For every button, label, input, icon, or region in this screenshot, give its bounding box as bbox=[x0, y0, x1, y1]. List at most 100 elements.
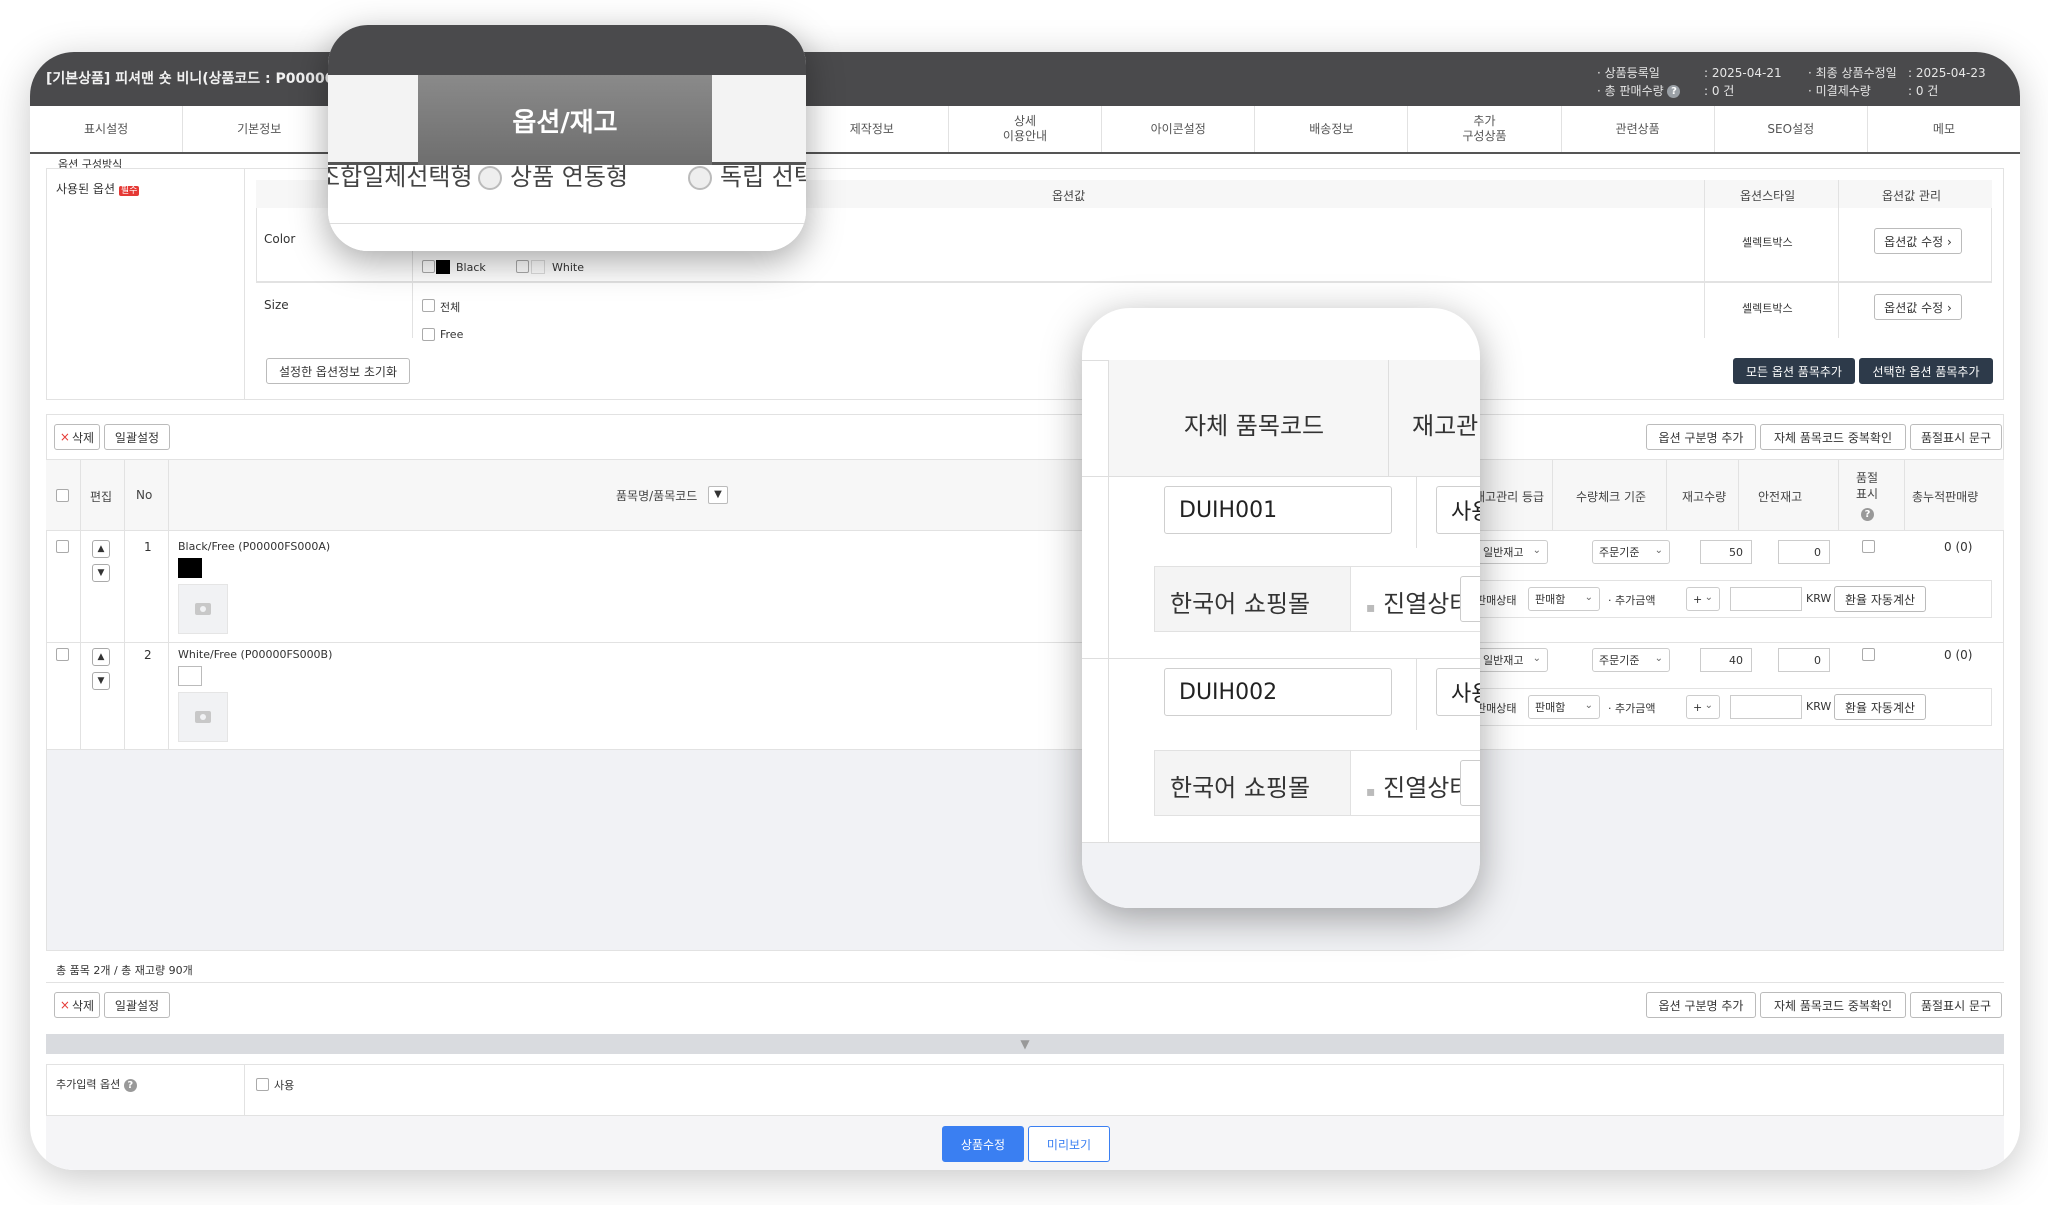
extra-price-input[interactable] bbox=[1730, 695, 1802, 719]
help-icon[interactable]: ? bbox=[1861, 508, 1874, 521]
select-all-checkbox[interactable] bbox=[56, 489, 69, 502]
stock-qty-input[interactable]: 50 bbox=[1700, 540, 1752, 564]
dup-check-button[interactable]: 자체 품목코드 중복확인 bbox=[1760, 424, 1906, 450]
divider bbox=[168, 460, 169, 750]
add-selected-options-button[interactable]: 선택한 옵션 품목추가 bbox=[1859, 358, 1993, 384]
row-checkbox[interactable] bbox=[56, 540, 69, 553]
save-product-button[interactable]: 상품수정 bbox=[942, 1126, 1024, 1162]
display-status-select[interactable] bbox=[1460, 576, 1480, 622]
extra-input-checkbox[interactable] bbox=[256, 1078, 269, 1091]
stock-grade-select[interactable]: 일반재고 ⌄ bbox=[1476, 540, 1548, 564]
divider bbox=[80, 460, 81, 750]
option-manage-header: 옵션값 관리 bbox=[1882, 189, 1942, 203]
divider bbox=[328, 223, 806, 224]
chevron-down-icon[interactable]: ▼ bbox=[92, 564, 110, 582]
radio-linked[interactable]: 상품 연동형 bbox=[478, 165, 628, 192]
tab-basic[interactable]: 기본정보 bbox=[183, 106, 337, 152]
stage: [기본상품] 피셔맨 숏 비니(상품코드 : P00000FS) · 상품등록일… bbox=[0, 0, 2048, 1205]
delete-button[interactable]: × 삭제 bbox=[54, 992, 100, 1018]
tab-shipping[interactable]: 배송정보 bbox=[1255, 106, 1409, 152]
item-name: Black/Free (P00000FS000A) bbox=[178, 540, 331, 553]
option-value-checkbox[interactable] bbox=[516, 260, 529, 273]
collapse-toggle[interactable]: ▼ bbox=[46, 1034, 2004, 1054]
use-select[interactable]: 사용 bbox=[1436, 486, 1480, 534]
delete-button[interactable]: × 삭제 bbox=[54, 424, 100, 450]
tab-options-stock[interactable]: 옵션/재고 bbox=[418, 75, 712, 165]
sign-select[interactable]: + ⌄ bbox=[1686, 695, 1720, 719]
row-no: 1 bbox=[144, 540, 152, 554]
add-all-options-button[interactable]: 모든 옵션 품목추가 bbox=[1733, 358, 1855, 384]
preview-button[interactable]: 미리보기 bbox=[1028, 1126, 1110, 1162]
divider bbox=[244, 1064, 245, 1116]
help-icon[interactable]: ? bbox=[123, 1078, 137, 1092]
item-code-input[interactable]: DUIH002 bbox=[1164, 668, 1392, 716]
qty-check-header: 수량체크 기준 bbox=[1576, 490, 1647, 504]
soldout-text-button[interactable]: 품절표시 문구 bbox=[1910, 424, 2002, 450]
item-code-input[interactable]: DUIH001 bbox=[1164, 486, 1392, 534]
use-select[interactable]: 사용 bbox=[1436, 668, 1480, 716]
edit-option-values-button[interactable]: 옵션값 수정 › bbox=[1874, 294, 1962, 320]
items-empty-area bbox=[46, 750, 2004, 950]
tab-detail-guide[interactable]: 상세 이용안내 bbox=[949, 106, 1103, 152]
fx-auto-calc-button[interactable]: 환율 자동계산 bbox=[1834, 586, 1926, 612]
safety-stock-input[interactable]: 0 bbox=[1778, 648, 1830, 672]
stock-qty-input[interactable]: 40 bbox=[1700, 648, 1752, 672]
option-value-checkbox[interactable] bbox=[422, 260, 435, 273]
soldout-text-button[interactable]: 품절표시 문구 bbox=[1910, 992, 2002, 1018]
soldout-display-checkbox[interactable] bbox=[1862, 540, 1875, 553]
edit-option-values-button[interactable]: 옵션값 수정 › bbox=[1874, 228, 1962, 254]
zoom-header bbox=[328, 25, 806, 75]
extra-price-input[interactable] bbox=[1730, 587, 1802, 611]
filter-icon[interactable]: ▼ bbox=[708, 486, 728, 504]
chevron-up-icon[interactable]: ▲ bbox=[92, 648, 110, 666]
row-checkbox[interactable] bbox=[56, 648, 69, 661]
help-icon[interactable]: ? bbox=[1667, 85, 1681, 98]
safety-stock-input[interactable]: 0 bbox=[1778, 540, 1830, 564]
zoom-tab-popup: 옵션/재고 조합일체선택형 상품 연동형 독립 선택형 bbox=[328, 25, 806, 251]
divider bbox=[1838, 180, 1839, 338]
divider bbox=[1082, 476, 1480, 477]
camera-icon[interactable] bbox=[178, 692, 228, 742]
sale-status-select[interactable]: 판매함 ⌄ bbox=[1528, 587, 1600, 611]
meta-values-1: : 2025-04-21 : 0 건 bbox=[1704, 64, 1782, 100]
option-value-checkbox[interactable] bbox=[422, 299, 435, 312]
add-option-name-button[interactable]: 옵션 구분명 추가 bbox=[1646, 424, 1756, 450]
add-option-name-button[interactable]: 옵션 구분명 추가 bbox=[1646, 992, 1756, 1018]
tab-additional-products[interactable]: 추가 구성상품 bbox=[1408, 106, 1562, 152]
chevron-up-icon[interactable]: ▲ bbox=[92, 540, 110, 558]
tab-related[interactable]: 관련상품 bbox=[1562, 106, 1715, 152]
radio-independent[interactable]: 독립 선택형 bbox=[688, 165, 806, 192]
tab-production[interactable]: 제작정보 bbox=[796, 106, 949, 152]
item-name-header: 품목명/품목코드 bbox=[616, 489, 698, 503]
camera-icon[interactable] bbox=[178, 584, 228, 634]
extra-input-label: 추가입력 옵션 ? bbox=[56, 1076, 137, 1092]
tab-icon[interactable]: 아이콘설정 bbox=[1102, 106, 1256, 152]
total-sales-value: 0 (0) bbox=[1944, 648, 1973, 662]
bulk-settings-button[interactable]: 일괄설정 bbox=[104, 992, 170, 1018]
qty-check-select[interactable]: 주문기준 ⌄ bbox=[1592, 648, 1670, 672]
dup-check-button[interactable]: 자체 품목코드 중복확인 bbox=[1760, 992, 1906, 1018]
stock-grade-header: 재고관리 등급 bbox=[1474, 490, 1545, 504]
soldout-display-header: 품절 표시 bbox=[1856, 471, 1879, 501]
sign-select[interactable]: + ⌄ bbox=[1686, 587, 1720, 611]
option-style-value: 셀렉트박스 bbox=[1742, 236, 1793, 249]
option-style-header: 옵션스타일 bbox=[1740, 189, 1796, 203]
stock-grade-select[interactable]: 일반재고 ⌄ bbox=[1476, 648, 1548, 672]
radio-combined[interactable]: 조합일체선택형 bbox=[328, 165, 473, 192]
tab-memo[interactable]: 메모 bbox=[1868, 106, 2020, 152]
sale-status-select[interactable]: 판매함 ⌄ bbox=[1528, 695, 1600, 719]
bulk-settings-button[interactable]: 일괄설정 bbox=[104, 424, 170, 450]
option-value-checkbox[interactable] bbox=[422, 328, 435, 341]
qty-check-select[interactable]: 주문기준 ⌄ bbox=[1592, 540, 1670, 564]
chevron-down-icon[interactable]: ▼ bbox=[92, 672, 110, 690]
last-modified-label: · 최종 상품수정일 bbox=[1808, 66, 1897, 80]
divider bbox=[46, 982, 2004, 983]
soldout-display-checkbox[interactable] bbox=[1862, 648, 1875, 661]
divider bbox=[1108, 360, 1109, 850]
tab-display[interactable]: 표시설정 bbox=[30, 106, 184, 152]
fx-auto-calc-button[interactable]: 환율 자동계산 bbox=[1834, 694, 1926, 720]
zoom-radio-area: 조합일체선택형 상품 연동형 독립 선택형 bbox=[328, 165, 806, 251]
reset-options-button[interactable]: 설정한 옵션정보 초기화 bbox=[266, 358, 410, 384]
display-status-select[interactable] bbox=[1460, 760, 1480, 806]
tab-seo[interactable]: SEO설정 bbox=[1715, 106, 1868, 152]
